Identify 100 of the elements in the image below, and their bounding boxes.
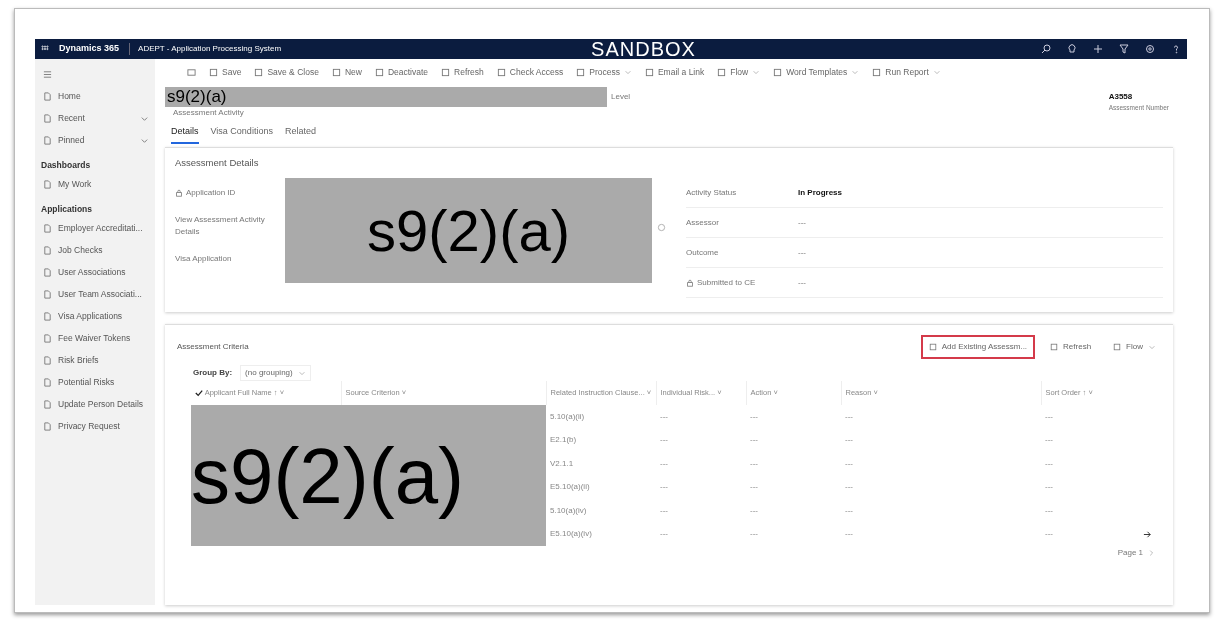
chevron-icon xyxy=(1147,549,1155,557)
redacted-cells: s9(2)(a) xyxy=(191,405,546,546)
table-cell: V2.1.1 xyxy=(546,452,656,476)
sidebar-item[interactable]: My Work xyxy=(41,174,149,194)
table-cell-text: --- xyxy=(659,528,669,541)
page-icon xyxy=(43,92,52,101)
table-cell-text: --- xyxy=(749,434,759,447)
redacted-title: s9(2)(a) xyxy=(165,87,607,107)
chevron-icon xyxy=(623,68,632,76)
command-icon xyxy=(209,67,218,77)
field-label: View Assessment Activity Details xyxy=(175,214,266,239)
sidebar-item[interactable]: Visa Applications xyxy=(41,306,149,326)
field-label: Submitted to CE xyxy=(686,276,798,289)
field-label: Application ID xyxy=(175,182,285,205)
table-cell-text: --- xyxy=(749,504,759,517)
table-cell-text: --- xyxy=(1044,434,1054,447)
table-cell: --- xyxy=(1041,405,1153,429)
tab[interactable]: Visa Conditions xyxy=(210,125,273,144)
popout-icon xyxy=(187,67,196,77)
table-cell-text: --- xyxy=(844,504,854,517)
help-icon xyxy=(1171,44,1181,54)
sidebar-item[interactable]: Pinned xyxy=(41,131,149,150)
chevron-icon xyxy=(140,114,149,123)
tab[interactable]: Related xyxy=(284,125,316,144)
group-by-label: Group By: xyxy=(193,367,233,379)
tab[interactable]: Details xyxy=(171,125,199,144)
table-cell-text: --- xyxy=(1044,504,1054,517)
table-cell-text: --- xyxy=(844,528,854,541)
table-cell: 5.10(a)(ii) xyxy=(546,405,656,429)
command-button[interactable]: Refresh xyxy=(441,65,484,79)
field-label: Assessor xyxy=(686,216,720,229)
arrow-right-icon xyxy=(1143,529,1152,539)
command-icon xyxy=(374,67,384,77)
section-title: Assessment Details xyxy=(175,156,260,170)
table-cell-text: --- xyxy=(844,457,854,470)
field-value: --- xyxy=(798,276,806,289)
command-button[interactable]: Run Report xyxy=(872,65,941,79)
sidebar-item[interactable]: Recent xyxy=(41,109,149,128)
table-cell: E2.1(b) xyxy=(546,428,656,452)
table-cell-text: --- xyxy=(659,457,669,470)
command-icon xyxy=(496,67,506,77)
page-icon xyxy=(43,355,52,365)
app-name: ADEPT - Application Processing System xyxy=(129,43,282,55)
sidebar-item[interactable]: User Team Associati... xyxy=(41,284,149,304)
command-icon xyxy=(773,67,783,77)
command-icon xyxy=(644,67,654,77)
page-icon xyxy=(43,179,52,189)
table-cell-text: --- xyxy=(749,457,759,470)
record-type: Assessment Activity xyxy=(172,107,245,119)
command-button[interactable]: Process xyxy=(576,65,632,79)
sidebar-item[interactable]: Privacy Request xyxy=(41,416,149,436)
command-icon xyxy=(576,67,586,77)
sidebar-item[interactable]: Job Checks xyxy=(41,240,149,260)
table-cell-text: --- xyxy=(659,434,669,447)
page-icon xyxy=(43,377,52,387)
grid-command-button[interactable]: Add Existing Assessm... xyxy=(920,335,1036,359)
page-icon xyxy=(43,245,52,255)
command-icon xyxy=(1050,343,1059,351)
command-button[interactable]: Email a Link xyxy=(644,65,705,79)
page-icon xyxy=(43,114,52,123)
page-icon xyxy=(43,399,52,409)
command-button[interactable]: Word Templates xyxy=(773,65,860,79)
field-label: Visa Application xyxy=(175,253,233,266)
funnel-icon xyxy=(1119,44,1129,54)
table-cell: --- xyxy=(746,405,841,429)
table-cell-text: --- xyxy=(659,504,669,517)
command-button[interactable]: Save & Close xyxy=(254,65,319,79)
command-button[interactable]: Flow xyxy=(717,65,761,79)
command-icon xyxy=(441,67,451,77)
field-label: Outcome xyxy=(686,246,720,259)
command-button[interactable]: Deactivate xyxy=(374,65,429,79)
assessment-number: A3558 xyxy=(1108,91,1134,103)
page-icon xyxy=(43,421,52,431)
command-icon xyxy=(928,343,937,351)
command-button[interactable]: Save xyxy=(209,65,242,79)
command-icon xyxy=(1113,343,1122,351)
popout-button[interactable] xyxy=(187,67,196,77)
table-cell: E5.10(a)(iv) xyxy=(546,522,656,546)
sidebar-section-title: Applications xyxy=(41,202,93,216)
table-cell: --- xyxy=(1045,528,1053,541)
sidebar-item[interactable]: User Associations xyxy=(41,262,149,282)
sidebar-item[interactable]: Update Person Details xyxy=(41,394,149,414)
group-by-dropdown[interactable]: (no grouping) xyxy=(240,365,311,381)
page-icon xyxy=(43,333,52,343)
command-button[interactable]: New xyxy=(331,65,362,79)
lock-icon xyxy=(175,189,183,198)
sidebar-item[interactable]: Fee Waiver Tokens xyxy=(41,328,149,348)
settings-icon xyxy=(1145,44,1155,54)
sidebar-item[interactable]: Employer Accreditati... xyxy=(41,218,149,238)
page-icon xyxy=(43,136,52,145)
chevron-icon xyxy=(1148,343,1156,351)
redacted-field-values: s9(2)(a) xyxy=(285,178,652,284)
sidebar-item[interactable]: Risk Briefs xyxy=(41,350,149,370)
plus-icon xyxy=(1093,44,1103,54)
sidebar-item[interactable]: Home xyxy=(41,87,149,106)
section-title: Assessment Criteria xyxy=(177,341,249,353)
sidebar-item[interactable]: Potential Risks xyxy=(41,372,149,392)
brand-name: Dynamics 365 xyxy=(59,42,120,56)
command-button[interactable]: Check Access xyxy=(496,65,564,79)
table-cell: 5.10(a)(iv) xyxy=(546,499,656,523)
